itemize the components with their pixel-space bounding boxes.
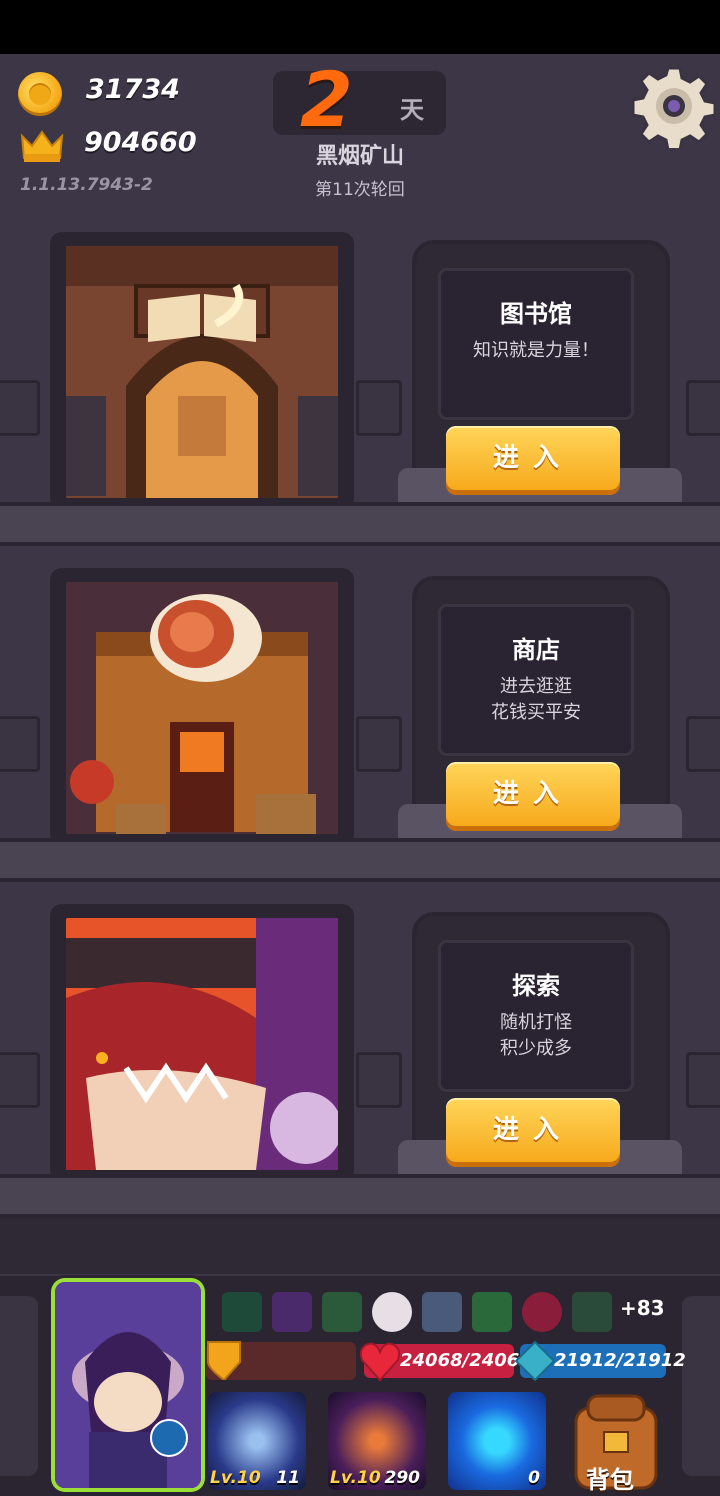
skill-portal[interactable]: Lv.10 290 — [328, 1392, 426, 1490]
diamond-icon — [514, 1340, 556, 1382]
bottom-rail — [0, 1218, 720, 1274]
floor-divider — [0, 502, 720, 546]
more-buffs-count[interactable]: +83 — [620, 1296, 665, 1320]
room-desc: 进去逛逛 花钱买平安 — [491, 676, 581, 723]
plant-buff-icon[interactable] — [572, 1292, 612, 1332]
enter-library-button[interactable]: 进入 — [446, 426, 620, 490]
wall-ornament — [686, 716, 720, 772]
crown-count: 904660 — [84, 127, 197, 158]
card-buff-icon[interactable] — [322, 1292, 362, 1332]
day-number: 2 — [300, 55, 353, 144]
mp-value: 21912/21912 — [554, 1350, 686, 1371]
location-name: 黑烟矿山 — [315, 144, 404, 169]
wall-ornament — [0, 716, 40, 772]
skill-vortex[interactable]: Lv.10 11 — [208, 1392, 306, 1490]
room-title: 探索 — [512, 972, 560, 1000]
crown-icon — [20, 130, 64, 162]
wall-ornament — [356, 380, 402, 436]
hero-portrait[interactable] — [55, 1282, 201, 1488]
room-title: 图书馆 — [500, 300, 572, 328]
skill-target[interactable]: 0 — [448, 1392, 546, 1490]
room-title: 商店 — [512, 636, 560, 664]
cycle-count: 第11次轮回 — [315, 180, 405, 200]
gold-coin-icon — [18, 72, 62, 116]
day-unit: 天 — [400, 96, 424, 124]
library-panel: 图书馆 知识就是力量！ — [438, 268, 634, 420]
floor-divider — [0, 838, 720, 882]
shop-panel: 商店 进去逛逛 花钱买平安 — [438, 604, 634, 756]
settings-gear-icon[interactable] — [632, 64, 716, 148]
backpack-label[interactable]: 背包 — [586, 1460, 634, 1495]
crystal-buff-icon[interactable] — [272, 1292, 312, 1332]
heart-icon — [359, 1342, 401, 1382]
floor-divider — [0, 1174, 720, 1218]
shield-icon — [207, 1341, 241, 1380]
room-desc: 知识就是力量！ — [473, 340, 599, 361]
wall-ornament — [0, 1052, 40, 1108]
skill-count: 11 — [276, 1468, 300, 1488]
clock-buff-icon[interactable] — [372, 1292, 412, 1332]
hp-value: 24068/24068 — [400, 1350, 532, 1371]
skill-count: 290 — [384, 1468, 421, 1488]
shop-image — [66, 582, 338, 834]
system-status-bar — [0, 0, 720, 54]
left-arrow[interactable] — [0, 1296, 38, 1476]
library-image — [66, 246, 338, 498]
skill-count: 0 — [528, 1468, 540, 1488]
heart-buff-icon[interactable] — [522, 1292, 562, 1332]
explore-panel: 探索 随机打怪 积少成多 — [438, 940, 634, 1092]
wall-ornament — [0, 380, 40, 436]
stone-buff-icon[interactable] — [422, 1292, 462, 1332]
soldier-buff-icon[interactable] — [472, 1292, 512, 1332]
skill-level: Lv.10 — [210, 1468, 261, 1488]
wall-ornament — [356, 716, 402, 772]
right-arrow[interactable] — [682, 1296, 720, 1476]
tent-buff-icon[interactable] — [222, 1292, 262, 1332]
coin-count: 31734 — [86, 74, 180, 105]
wall-ornament — [356, 1052, 402, 1108]
wall-ornament — [686, 380, 720, 436]
enter-shop-button[interactable]: 进入 — [446, 762, 620, 826]
skill-level: Lv.10 — [330, 1468, 381, 1488]
explore-image — [66, 918, 338, 1170]
version-label: 1.1.13.7943-2 — [20, 175, 153, 195]
wall-ornament — [686, 1052, 720, 1108]
room-desc: 随机打怪 积少成多 — [500, 1012, 572, 1059]
enter-explore-button[interactable]: 进入 — [446, 1098, 620, 1162]
